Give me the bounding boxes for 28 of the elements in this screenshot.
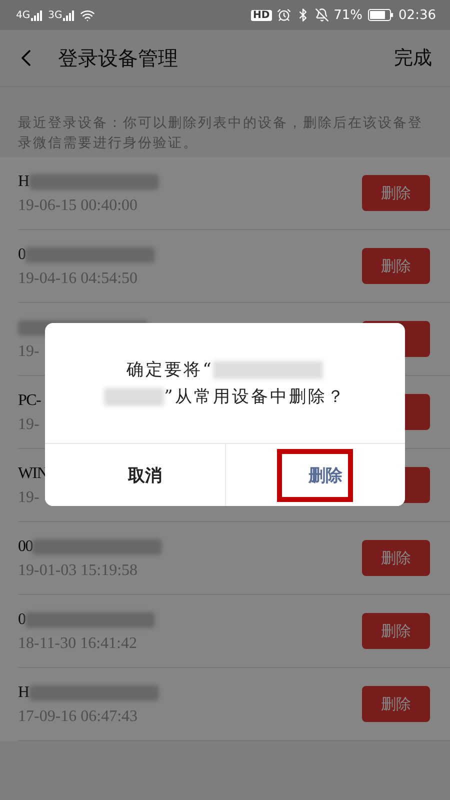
device-name: 0 bbox=[18, 246, 26, 264]
delete-button[interactable]: 删除 bbox=[224, 444, 405, 506]
signal-icon bbox=[63, 10, 76, 20]
network-label: 3G bbox=[48, 10, 62, 20]
hd-badge: HD bbox=[250, 10, 272, 20]
device-name: H bbox=[18, 173, 29, 191]
clock-time: 02:36 bbox=[398, 8, 436, 22]
delete-button[interactable]: 删除 bbox=[362, 540, 430, 576]
page-title: 登录设备管理 bbox=[58, 44, 179, 72]
device-name: 00 bbox=[18, 538, 32, 556]
dialog-message: 确定要将“ bbox=[126, 359, 214, 381]
wifi-icon bbox=[80, 8, 96, 22]
blurred-text bbox=[104, 388, 164, 406]
battery-percent: 71% bbox=[334, 8, 363, 22]
bell-off-icon bbox=[314, 8, 329, 22]
delete-button[interactable]: 删除 bbox=[362, 248, 430, 284]
done-button[interactable]: 完成 bbox=[394, 45, 432, 71]
device-name: H bbox=[18, 684, 29, 702]
network-label: 4G bbox=[16, 10, 30, 20]
signal-icon bbox=[31, 10, 44, 20]
delete-button[interactable]: 删除 bbox=[362, 686, 430, 722]
battery-icon bbox=[368, 9, 394, 21]
device-name: 0 bbox=[18, 611, 26, 629]
dialog-message: ”从常用设备中删除？ bbox=[164, 386, 346, 408]
delete-button[interactable]: 删除 bbox=[362, 175, 430, 211]
alarm-icon bbox=[276, 8, 291, 22]
device-name: PC- bbox=[18, 392, 40, 410]
delete-button[interactable]: 删除 bbox=[362, 613, 430, 649]
